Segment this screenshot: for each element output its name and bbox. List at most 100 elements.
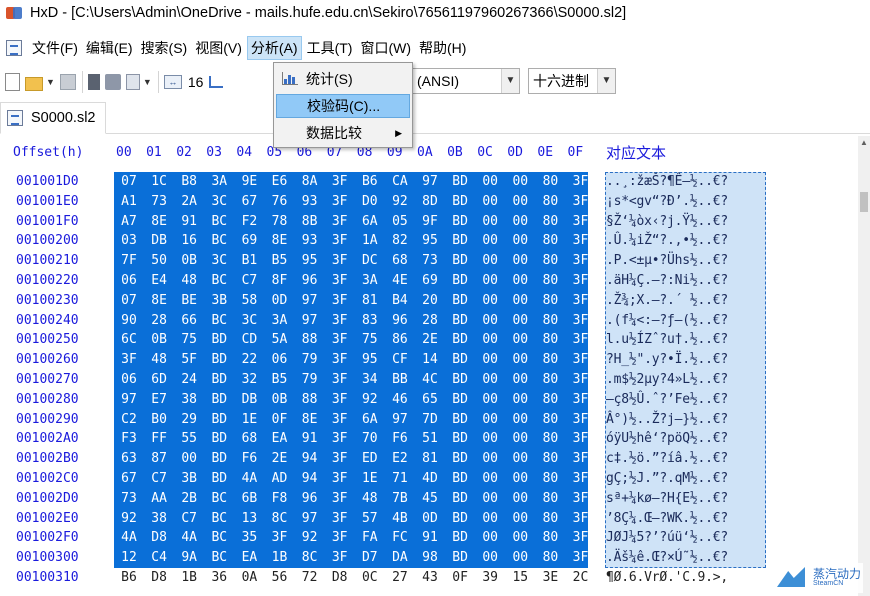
export-icon[interactable] (125, 74, 140, 90)
hex-byte[interactable]: 80 (535, 370, 565, 390)
hex-byte[interactable]: 3F (566, 212, 596, 232)
hex-byte[interactable]: 8E (144, 212, 174, 232)
row-text[interactable]: c‡.½ö.”?íâ.½..€? (606, 449, 765, 469)
hex-byte[interactable]: 66 (174, 311, 204, 331)
hex-byte[interactable]: 92 (295, 528, 325, 548)
encoding-select[interactable]: (ANSI) ▼ (412, 68, 520, 94)
hex-byte[interactable]: F8 (265, 489, 295, 509)
hex-row[interactable]: 00100230 07 8E BE 3B 58 0D 97 3F 81 B4 20 BD 00 00 80 3F… (0, 291, 858, 311)
hex-byte[interactable]: 3E (535, 568, 565, 588)
hex-byte[interactable]: 3F (325, 271, 355, 291)
hex-byte[interactable]: 00 (505, 311, 535, 331)
hex-byte[interactable]: 93 (295, 192, 325, 212)
hex-byte[interactable]: BD (204, 449, 234, 469)
hex-byte[interactable]: 55 (174, 429, 204, 449)
hex-byte[interactable]: 0D (265, 291, 295, 311)
analysis-menu-item[interactable]: 数据比较 ▶ (276, 121, 410, 145)
hex-byte[interactable]: 3F (325, 449, 355, 469)
hex-byte[interactable]: CA (385, 172, 415, 192)
hex-byte[interactable]: 3A (355, 271, 385, 291)
hex-byte[interactable]: BD (445, 449, 475, 469)
hex-byte[interactable]: 80 (535, 509, 565, 529)
hex-byte[interactable]: 9F (415, 212, 445, 232)
hex-byte[interactable]: 1E (234, 410, 264, 430)
row-text[interactable]: ..¸:žæŠ?¶Ê—½..€? (606, 172, 765, 192)
hex-byte[interactable]: BD (445, 469, 475, 489)
menu-tools[interactable]: 工具(T) (304, 36, 356, 60)
offset-base-select[interactable]: 十六进制 ▼ (528, 68, 616, 94)
hex-byte[interactable]: 88 (295, 390, 325, 410)
hex-byte[interactable]: BD (445, 251, 475, 271)
hex-row[interactable]: 001001E0 A1 73 2A 3C 67 76 93 3F D0 92 8D BD 00 00 80 3F… (0, 192, 858, 212)
hex-byte[interactable]: 00 (505, 370, 535, 390)
bytes-per-row-value[interactable]: 16 (188, 74, 204, 90)
hex-byte[interactable]: E2 (385, 449, 415, 469)
hex-byte[interactable]: 76 (265, 192, 295, 212)
hex-byte[interactable]: 3F (325, 231, 355, 251)
hex-byte[interactable]: BD (445, 350, 475, 370)
hex-byte[interactable]: 3F (566, 172, 596, 192)
hex-byte[interactable]: 00 (475, 390, 505, 410)
hex-byte[interactable]: CF (385, 350, 415, 370)
hex-byte[interactable]: FC (385, 528, 415, 548)
hex-byte[interactable]: 22 (234, 350, 264, 370)
save-icon[interactable] (59, 74, 76, 90)
hex-byte[interactable]: 97 (295, 509, 325, 529)
hex-byte[interactable]: B5 (265, 251, 295, 271)
hex-byte[interactable]: B4 (385, 291, 415, 311)
hex-byte[interactable]: 94 (295, 469, 325, 489)
hex-byte[interactable]: 4B (385, 509, 415, 529)
hex-row[interactable]: 00100270 06 6D 24 BD 32 B5 79 3F 34 BB 4C BD 00 00 80 3F… (0, 370, 858, 390)
hex-byte[interactable]: 3F (114, 350, 144, 370)
hex-byte[interactable]: B6 (355, 172, 385, 192)
hex-byte[interactable]: 1B (174, 568, 204, 588)
row-text[interactable]: .Û.¼iŽ“?.‚•½..€? (606, 231, 765, 251)
hex-byte[interactable]: B0 (144, 410, 174, 430)
hex-byte[interactable]: 15 (505, 568, 535, 588)
row-text[interactable]: ’8Ç¼.Œ—?WK.½..€? (606, 509, 765, 529)
hex-byte[interactable]: 20 (415, 291, 445, 311)
hex-byte[interactable]: 82 (385, 231, 415, 251)
hex-byte[interactable]: B8 (174, 172, 204, 192)
hex-byte[interactable]: 51 (415, 429, 445, 449)
hex-byte[interactable]: 80 (535, 449, 565, 469)
hex-byte[interactable]: B5 (265, 370, 295, 390)
hex-byte[interactable]: DA (385, 548, 415, 568)
hex-byte[interactable]: 45 (415, 489, 445, 509)
hex-byte[interactable]: 80 (535, 330, 565, 350)
hex-byte[interactable]: BD (445, 509, 475, 529)
hex-byte[interactable]: 48 (355, 489, 385, 509)
hex-byte[interactable]: 68 (385, 251, 415, 271)
hex-byte[interactable]: 80 (535, 212, 565, 232)
hex-byte[interactable]: BB (385, 370, 415, 390)
hex-byte[interactable]: 8C (265, 509, 295, 529)
hex-byte[interactable]: 00 (505, 449, 535, 469)
hex-byte[interactable]: 0B (174, 251, 204, 271)
hex-byte[interactable]: BD (445, 429, 475, 449)
hex-byte[interactable]: 75 (355, 330, 385, 350)
hex-byte[interactable]: 00 (475, 370, 505, 390)
chevron-down-icon[interactable]: ▼ (597, 69, 615, 93)
hex-byte[interactable]: 3F (566, 192, 596, 212)
hex-byte[interactable]: 3F (566, 271, 596, 291)
hex-byte[interactable]: 3F (566, 548, 596, 568)
hex-byte[interactable]: BD (445, 548, 475, 568)
hex-byte[interactable]: E6 (265, 172, 295, 192)
hex-byte[interactable]: 3F (566, 509, 596, 529)
menu-search[interactable]: 搜索(S) (138, 36, 191, 60)
hex-byte[interactable]: 00 (475, 251, 505, 271)
hex-byte[interactable]: 65 (415, 390, 445, 410)
hex-row[interactable]: 001002C0 67 C7 3B BD 4A AD 94 3F 1E 71 4D BD 00 00 80 3F… (0, 469, 858, 489)
hex-byte[interactable]: 75 (174, 330, 204, 350)
hex-byte[interactable]: 6D (144, 370, 174, 390)
hex-byte[interactable]: 57 (355, 509, 385, 529)
export-dropdown-arrow-icon[interactable]: ▼ (143, 77, 152, 87)
hex-byte[interactable]: 4A (234, 469, 264, 489)
hex-byte[interactable]: 00 (475, 548, 505, 568)
hex-byte[interactable]: BE (174, 291, 204, 311)
hex-row[interactable]: 00100280 97 E7 38 BD DB 0B 88 3F 92 46 65 BD 00 00 80 3F… (0, 390, 858, 410)
hex-byte[interactable]: 80 (535, 528, 565, 548)
hex-byte[interactable]: C7 (234, 271, 264, 291)
hex-byte[interactable]: 6C (114, 330, 144, 350)
hex-row[interactable]: 001002F0 4A D8 4A BC 35 3F 92 3F FA FC 91 BD 00 00 80 3F… (0, 528, 858, 548)
